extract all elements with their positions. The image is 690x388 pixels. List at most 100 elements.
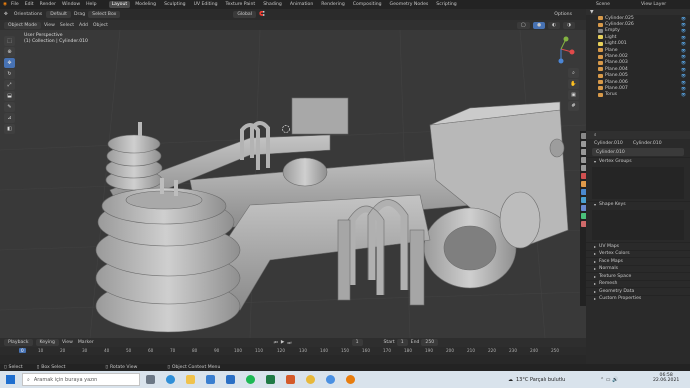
eye-icon[interactable]: 👁 [681, 28, 686, 33]
cursor-tool-icon[interactable]: ⊕ [4, 47, 15, 57]
explorer-icon[interactable] [186, 375, 195, 384]
store-icon[interactable] [206, 375, 215, 384]
menu-window[interactable]: Window [62, 2, 80, 7]
rendered-shading-button[interactable]: ◑ [562, 21, 575, 29]
select-menu[interactable]: Select [60, 23, 74, 28]
select-box-dropdown[interactable]: Select Box [88, 11, 121, 18]
blender-taskbar-icon[interactable] [346, 375, 355, 384]
select-tool-icon[interactable]: ⬚ [4, 36, 15, 46]
taskbar-search-input[interactable]: ⌕ Aramak için buraya yazın [22, 373, 140, 386]
options-dropdown[interactable]: Options [554, 12, 572, 17]
panel-face-maps[interactable]: ▸ Face Maps [586, 257, 690, 265]
tab-texture-paint[interactable]: Texture Paint [223, 1, 259, 8]
orientation-dropdown[interactable]: Default [46, 11, 71, 18]
tab-layout[interactable]: Layout [108, 1, 131, 8]
eye-icon[interactable]: 👁 [681, 80, 686, 85]
eye-icon[interactable]: 👁 [681, 86, 686, 91]
panel-vertex-groups[interactable]: ▾ Vertex Groups [586, 157, 690, 165]
panel-texture-space[interactable]: ▸ Texture Space [586, 272, 690, 280]
eye-icon[interactable]: 👁 [681, 16, 686, 21]
wireframe-shading-button[interactable]: ◯ [516, 21, 530, 29]
tab-uv-editing[interactable]: UV Editing [191, 1, 221, 8]
scale-tool-icon[interactable]: ⤢ [4, 80, 15, 90]
panel-vertex-colors[interactable]: ▸ Vertex Colors [586, 249, 690, 258]
eye-icon[interactable]: 👁 [681, 60, 686, 65]
start-frame-field[interactable]: 1 [396, 339, 408, 346]
mesh-name-field[interactable]: Cylinder.010 [592, 148, 684, 156]
move-tool-icon[interactable]: ✥ [4, 58, 15, 68]
view-menu[interactable]: View [44, 23, 55, 28]
measure-tool-icon[interactable]: ⊿ [4, 113, 15, 123]
panel-uv-maps[interactable]: ▸ UV Maps [586, 242, 690, 250]
menu-file[interactable]: File [11, 2, 19, 7]
eye-icon[interactable]: 👁 [681, 73, 686, 78]
filter-icon[interactable]: ▼ [590, 10, 594, 15]
tab-rendering[interactable]: Rendering [318, 1, 347, 8]
eye-icon[interactable]: 👁 [681, 48, 686, 53]
tab-geometry-nodes[interactable]: Geometry Nodes [387, 1, 432, 8]
snap-icon[interactable]: 🧲 [259, 12, 265, 17]
3d-viewport[interactable]: User Perspective (1) Collection | Cylind… [0, 30, 586, 338]
playback-menu[interactable]: Playback [4, 339, 33, 346]
weather-widget[interactable]: ☁ 13°C Parçalı bulutlu [508, 377, 565, 383]
eye-icon[interactable]: 👁 [681, 92, 686, 97]
menu-render[interactable]: Render [40, 2, 56, 7]
jump-end-icon[interactable]: ⏭ [287, 340, 291, 346]
eye-icon[interactable]: 👁 [681, 22, 686, 27]
grid-icon[interactable]: # [568, 101, 579, 111]
panel-shape-keys[interactable]: ▾ Shape Keys [586, 200, 690, 209]
rotate-tool-icon[interactable]: ↻ [4, 69, 15, 79]
transform-icon[interactable]: ✥ [4, 12, 8, 17]
windows-start-icon[interactable] [6, 375, 15, 384]
scene-selector[interactable]: Scene [596, 2, 610, 7]
timeline-view-menu[interactable]: View [62, 340, 73, 345]
chrome-icon[interactable] [306, 375, 315, 384]
global-dropdown[interactable]: Global [233, 11, 256, 18]
current-frame-field[interactable]: 1 [351, 339, 363, 346]
tab-compositing[interactable]: Compositing [350, 1, 385, 8]
add-menu[interactable]: Add [79, 23, 88, 28]
eye-icon[interactable]: 👁 [681, 35, 686, 40]
timeline-ruler[interactable]: 0 10 20 30 40 50 60 70 80 90 100 110 120… [0, 347, 586, 355]
view-layer-selector[interactable]: View Layer [641, 2, 666, 7]
tab-shading[interactable]: Shading [260, 1, 285, 8]
chrome-profile-icon[interactable] [326, 375, 335, 384]
keying-menu[interactable]: Keying [35, 339, 59, 346]
search-icon[interactable]: ⌕ [594, 132, 597, 138]
system-tray[interactable]: ⌃ ▭ 🔊 [600, 377, 618, 383]
blender-logo-icon[interactable]: ◉ [3, 2, 7, 7]
material-shading-button[interactable]: ◐ [547, 21, 560, 29]
shape-keys-list[interactable] [592, 210, 684, 240]
menu-help[interactable]: Help [86, 2, 96, 7]
end-frame-field[interactable]: 250 [421, 339, 439, 346]
panel-custom-properties[interactable]: ▸ Custom Properties [586, 294, 690, 303]
zoom-icon[interactable]: ⌕ [568, 68, 579, 78]
tab-animation[interactable]: Animation [287, 1, 316, 8]
panel-geometry-data[interactable]: ▸ Geometry Data [586, 287, 690, 295]
outliner-item[interactable]: Torus 👁 [586, 92, 690, 98]
jump-start-icon[interactable]: ⏮ [274, 340, 278, 346]
pan-hand-icon[interactable]: ✋ [568, 79, 579, 89]
panel-normals[interactable]: ▸ Normals [586, 264, 690, 273]
mail-icon[interactable] [226, 375, 235, 384]
excel-icon[interactable] [266, 375, 275, 384]
mode-dropdown[interactable]: Object Mode [4, 21, 41, 29]
panel-remesh[interactable]: ▸ Remesh [586, 279, 690, 288]
tab-scripting[interactable]: Scripting [433, 1, 459, 8]
eye-icon[interactable]: 👁 [681, 41, 686, 46]
play-icon[interactable]: ▶ [281, 340, 285, 345]
solid-shading-button[interactable]: ● [532, 21, 545, 29]
app-icon[interactable] [286, 375, 295, 384]
navigation-gizmo[interactable] [546, 34, 576, 64]
scene-model[interactable] [0, 30, 586, 338]
camera-icon[interactable]: ▣ [568, 90, 579, 100]
add-cube-tool-icon[interactable]: ◧ [4, 124, 15, 134]
tab-modeling[interactable]: Modeling [132, 1, 159, 8]
task-view-icon[interactable] [146, 375, 155, 384]
object-menu[interactable]: Object [93, 23, 108, 28]
edge-icon[interactable] [166, 375, 175, 384]
eye-icon[interactable]: 👁 [681, 67, 686, 72]
tab-sculpting[interactable]: Sculpting [161, 1, 188, 8]
clock[interactable]: 06:58 22.06.2021 [653, 373, 679, 383]
timeline-marker-menu[interactable]: Marker [78, 340, 94, 345]
